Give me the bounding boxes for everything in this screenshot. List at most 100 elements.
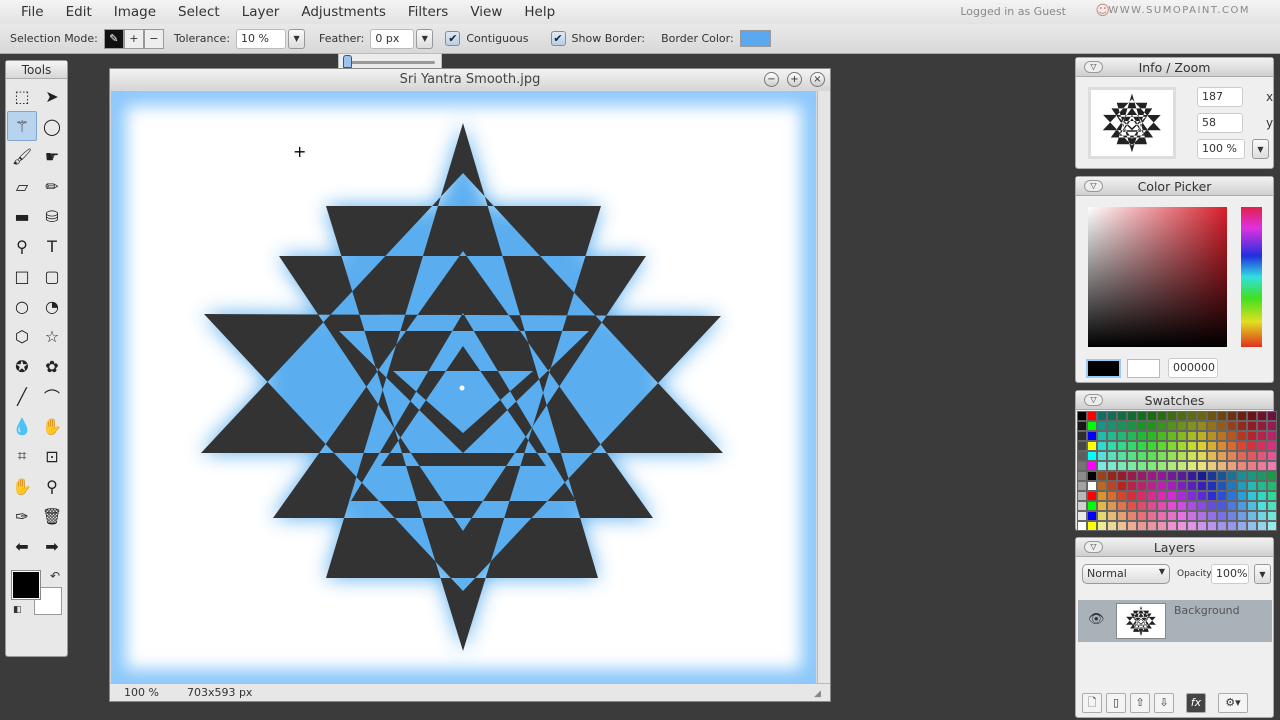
color-swatch[interactable]	[1237, 511, 1247, 521]
color-swatch[interactable]	[1117, 471, 1127, 481]
hue-slider[interactable]	[1241, 207, 1262, 347]
color-swatch[interactable]	[1077, 431, 1087, 441]
color-swatch[interactable]	[1197, 441, 1207, 451]
resize-grip-icon[interactable]: ◢	[800, 689, 828, 699]
opacity-dropdown[interactable]: ▼	[1254, 564, 1271, 584]
color-swatch[interactable]	[1097, 411, 1107, 421]
reset-colors-icon[interactable]: ◧	[13, 605, 22, 615]
color-swatch[interactable]	[1187, 471, 1197, 481]
color-swatch[interactable]	[1207, 481, 1217, 491]
color-swatch[interactable]	[1097, 461, 1107, 471]
color-swatch[interactable]	[1117, 421, 1127, 431]
color-swatch[interactable]	[1087, 431, 1097, 441]
color-swatch[interactable]	[1197, 501, 1207, 511]
opacity-input[interactable]: 100%	[1211, 564, 1249, 584]
color-swatch[interactable]	[1237, 451, 1247, 461]
color-swatch[interactable]	[1137, 481, 1147, 491]
color-swatch[interactable]	[1187, 421, 1197, 431]
menu-image[interactable]: Image	[103, 4, 167, 20]
menu-select[interactable]: Select	[167, 4, 231, 20]
color-swatch[interactable]	[1107, 421, 1117, 431]
color-swatch[interactable]	[1117, 491, 1127, 501]
contiguous-checkbox[interactable]: ✔	[445, 31, 461, 46]
crop-tool-icon[interactable]: ⌗	[7, 441, 37, 471]
color-swatch[interactable]	[1247, 471, 1257, 481]
color-swatch[interactable]	[1147, 521, 1157, 531]
color-swatch[interactable]	[1257, 471, 1267, 481]
color-swatch[interactable]	[1137, 431, 1147, 441]
color-swatch[interactable]	[1097, 521, 1107, 531]
color-swatch[interactable]	[1167, 481, 1177, 491]
color-swatch[interactable]	[1167, 451, 1177, 461]
color-swatch[interactable]	[1197, 521, 1207, 531]
color-swatch[interactable]	[1147, 481, 1157, 491]
color-swatch[interactable]	[1267, 461, 1277, 471]
delete-layer-button[interactable]: ▯	[1106, 693, 1126, 713]
flower-tool-icon[interactable]: ✿	[37, 351, 67, 381]
color-swatch[interactable]	[1247, 521, 1257, 531]
color-swatch[interactable]	[1087, 421, 1097, 431]
color-swatch[interactable]	[1237, 441, 1247, 451]
color-swatch[interactable]	[1237, 491, 1247, 501]
color-swatch[interactable]	[1137, 461, 1147, 471]
color-swatch[interactable]	[1207, 501, 1217, 511]
color-swatch[interactable]	[1267, 421, 1277, 431]
color-swatch[interactable]	[1227, 411, 1237, 421]
color-swatch[interactable]	[1147, 431, 1157, 441]
layer-row[interactable]: 👁 Background	[1078, 600, 1272, 642]
maximize-button[interactable]: +	[787, 72, 802, 87]
color-swatch[interactable]	[1127, 511, 1137, 521]
eyedropper-tool-icon[interactable]: ✑	[7, 501, 37, 531]
color-swatch[interactable]	[1227, 421, 1237, 431]
color-swatch[interactable]	[1237, 431, 1247, 441]
color-swatch[interactable]	[1227, 441, 1237, 451]
color-swatch[interactable]	[1087, 511, 1097, 521]
color-swatch[interactable]	[1217, 501, 1227, 511]
color-swatch[interactable]	[1127, 421, 1137, 431]
color-swatch[interactable]	[1077, 521, 1087, 531]
color-swatch[interactable]	[1187, 511, 1197, 521]
color-swatch[interactable]	[1107, 431, 1117, 441]
color-swatch[interactable]	[1187, 521, 1197, 531]
color-swatch[interactable]	[1247, 411, 1257, 421]
color-swatch[interactable]	[1157, 511, 1167, 521]
color-swatch[interactable]	[1187, 411, 1197, 421]
color-swatch[interactable]	[1107, 441, 1117, 451]
color-swatch[interactable]	[1087, 501, 1097, 511]
clone-stamp-tool-icon[interactable]: ⚲	[7, 231, 37, 261]
color-swatch[interactable]	[1267, 411, 1277, 421]
eraser-tool-icon[interactable]: ▱	[7, 171, 37, 201]
color-swatch[interactable]	[1227, 471, 1237, 481]
color-swatch[interactable]	[1157, 521, 1167, 531]
color-swatch[interactable]	[1077, 501, 1087, 511]
color-swatch[interactable]	[1197, 411, 1207, 421]
color-swatch[interactable]	[1167, 421, 1177, 431]
lasso-tool-icon[interactable]: ◯	[37, 111, 67, 141]
color-swatch[interactable]	[1227, 431, 1237, 441]
foreground-color[interactable]	[1086, 359, 1121, 378]
color-swatch[interactable]	[1237, 471, 1247, 481]
eye-visibility-icon[interactable]: 👁	[1088, 612, 1105, 627]
brush-tool-icon[interactable]: 🖌	[7, 141, 37, 171]
color-swatch[interactable]	[1117, 521, 1127, 531]
color-swatch[interactable]	[1127, 501, 1137, 511]
color-swatch[interactable]	[1237, 461, 1247, 471]
color-swatch[interactable]	[1147, 461, 1157, 471]
redo-tool-icon[interactable]: ➡	[37, 531, 67, 561]
color-swatch[interactable]	[1197, 461, 1207, 471]
trash-tool-icon[interactable]: 🗑	[37, 501, 67, 531]
color-swatch[interactable]	[1187, 491, 1197, 501]
color-swatch[interactable]	[1217, 451, 1227, 461]
color-swatch[interactable]	[1207, 511, 1217, 521]
ellipse-tool-icon[interactable]: ○	[7, 291, 37, 321]
color-swatch[interactable]	[1107, 411, 1117, 421]
color-swatch[interactable]	[1247, 501, 1257, 511]
rectangle-tool-icon[interactable]: □	[7, 261, 37, 291]
color-swatch[interactable]	[1107, 451, 1117, 461]
color-swatch[interactable]	[1077, 491, 1087, 501]
color-swatch[interactable]	[1257, 461, 1267, 471]
color-swatch[interactable]	[1107, 481, 1117, 491]
color-swatch[interactable]	[1207, 471, 1217, 481]
rect-select-tool-icon[interactable]: ⬚	[7, 81, 37, 111]
color-swatch[interactable]	[1247, 451, 1257, 461]
